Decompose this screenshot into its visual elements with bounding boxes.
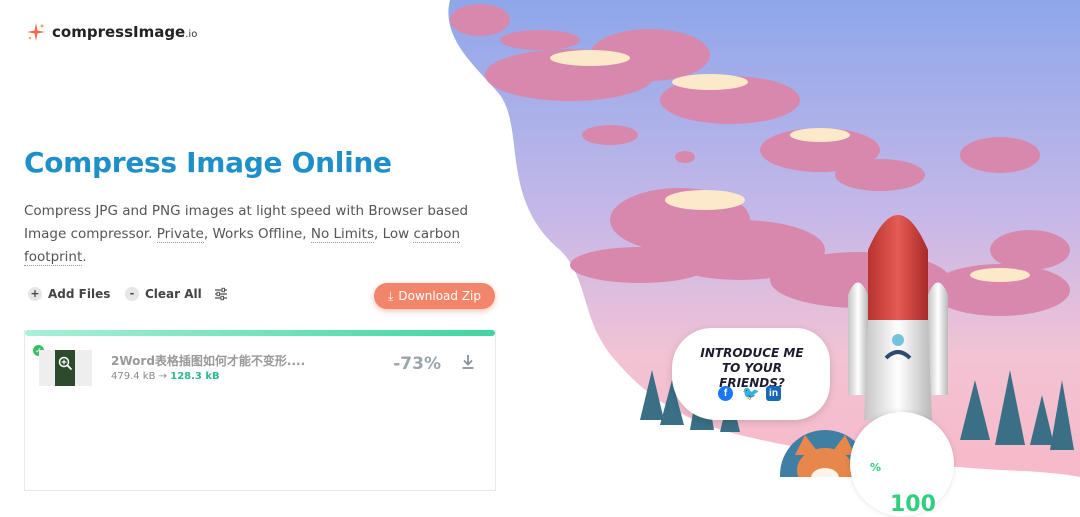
arrow-right-icon: → [158, 371, 168, 382]
share-card: INTRODUCE ME TO YOUR FRIENDS? f 🐦 in [672, 328, 830, 420]
brand-tld: .io [185, 29, 198, 40]
minus-icon: - [125, 287, 139, 301]
clear-all-label: Clear All [145, 287, 202, 301]
file-thumbnail [39, 350, 92, 386]
brand-name: compressImage.io [52, 23, 198, 41]
twitter-icon[interactable]: 🐦 [742, 386, 759, 401]
file-toolbar: + Add Files - Clear All ⤓ Download Zip [28, 283, 495, 309]
subtitle-end: . [82, 249, 87, 265]
feature-offline: Works Offline [212, 226, 303, 242]
compressed-size: 128.3 kB [170, 371, 220, 382]
add-files-label: Add Files [48, 287, 111, 301]
score-unit: % [870, 461, 882, 474]
feature-private: Private [156, 226, 204, 243]
file-list-panel: ✓ 2Word表格插图如何才能不变形.... 479.4 kB → 128.3 … [24, 330, 496, 491]
subtitle-sep-3: , Low [374, 226, 414, 242]
linkedin-icon[interactable]: in [766, 386, 781, 401]
file-list-item: ✓ 2Word表格插图如何才能不变形.... 479.4 kB → 128.3 … [25, 338, 495, 388]
settings-sliders-icon[interactable] [213, 286, 229, 302]
add-files-button[interactable]: + Add Files [28, 287, 110, 301]
clear-all-button[interactable]: - Clear All [125, 287, 202, 301]
score-value: 100 [890, 492, 936, 517]
facebook-icon[interactable]: f [718, 386, 733, 401]
compression-score-badge: 100% [850, 412, 954, 517]
file-name: 2Word表格插图如何才能不变形.... [111, 354, 306, 368]
brand-logo[interactable]: compressImage.io [26, 22, 197, 42]
zoom-icon [58, 356, 73, 371]
reduction-percent: -73% [393, 354, 441, 374]
download-icon: ⤓ [388, 288, 394, 303]
page-title: Compress Image Online [24, 146, 392, 179]
plus-icon: + [28, 287, 42, 301]
page-subtitle: Compress JPG and PNG images at light spe… [24, 200, 484, 269]
file-size-info: 479.4 kB → 128.3 kB [111, 371, 220, 382]
sparkle-logo-icon [27, 23, 45, 41]
original-size: 479.4 kB [111, 371, 156, 382]
compression-progress-bar [25, 330, 495, 336]
feature-no-limits: No Limits [310, 226, 374, 243]
subtitle-sep-2: , [302, 226, 311, 242]
